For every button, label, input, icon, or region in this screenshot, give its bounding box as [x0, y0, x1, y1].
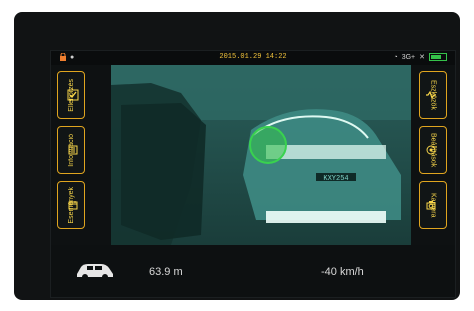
network-label: 3G+ — [401, 53, 416, 61]
status-bar: ● 2015.01.29 14:22 ◔ 3G+ ✕ — [51, 51, 455, 65]
pulse-icon — [426, 90, 436, 100]
signal-icon: ✕ — [419, 54, 425, 61]
status-right: ◔ 3G+ ✕ — [393, 53, 447, 61]
car-icon — [77, 264, 113, 280]
calendar-icon — [68, 201, 78, 210]
device-frame: ● 2015.01.29 14:22 ◔ 3G+ ✕ Ellenőrzés In… — [14, 12, 460, 300]
distance-readout: 63.9 m — [149, 266, 183, 278]
camera-scene: KXY254 — [111, 65, 411, 245]
settings-icon — [426, 145, 436, 155]
battery-icon — [429, 53, 447, 61]
check-icon — [67, 89, 79, 101]
left-menu-item-2[interactable]: Események — [57, 181, 85, 229]
left-menu-item-1[interactable]: Információ — [57, 126, 85, 174]
speed-readout: -40 km/h — [321, 266, 364, 278]
info-icon — [68, 145, 78, 155]
network-icon: ◔ — [393, 53, 398, 61]
screen: ● 2015.01.29 14:22 ◔ 3G+ ✕ Ellenőrzés In… — [50, 50, 456, 298]
license-plate-text: KXY254 — [323, 175, 348, 183]
left-menu-item-0[interactable]: Ellenőrzés — [57, 71, 85, 119]
right-menu-item-0[interactable]: Eszközök — [419, 71, 447, 119]
camera-view[interactable]: KXY254 — [111, 65, 411, 245]
right-menu-item-2[interactable]: Kamera — [419, 181, 447, 229]
camera-icon — [426, 201, 436, 210]
right-menu-item-1[interactable]: Beállítások — [419, 126, 447, 174]
